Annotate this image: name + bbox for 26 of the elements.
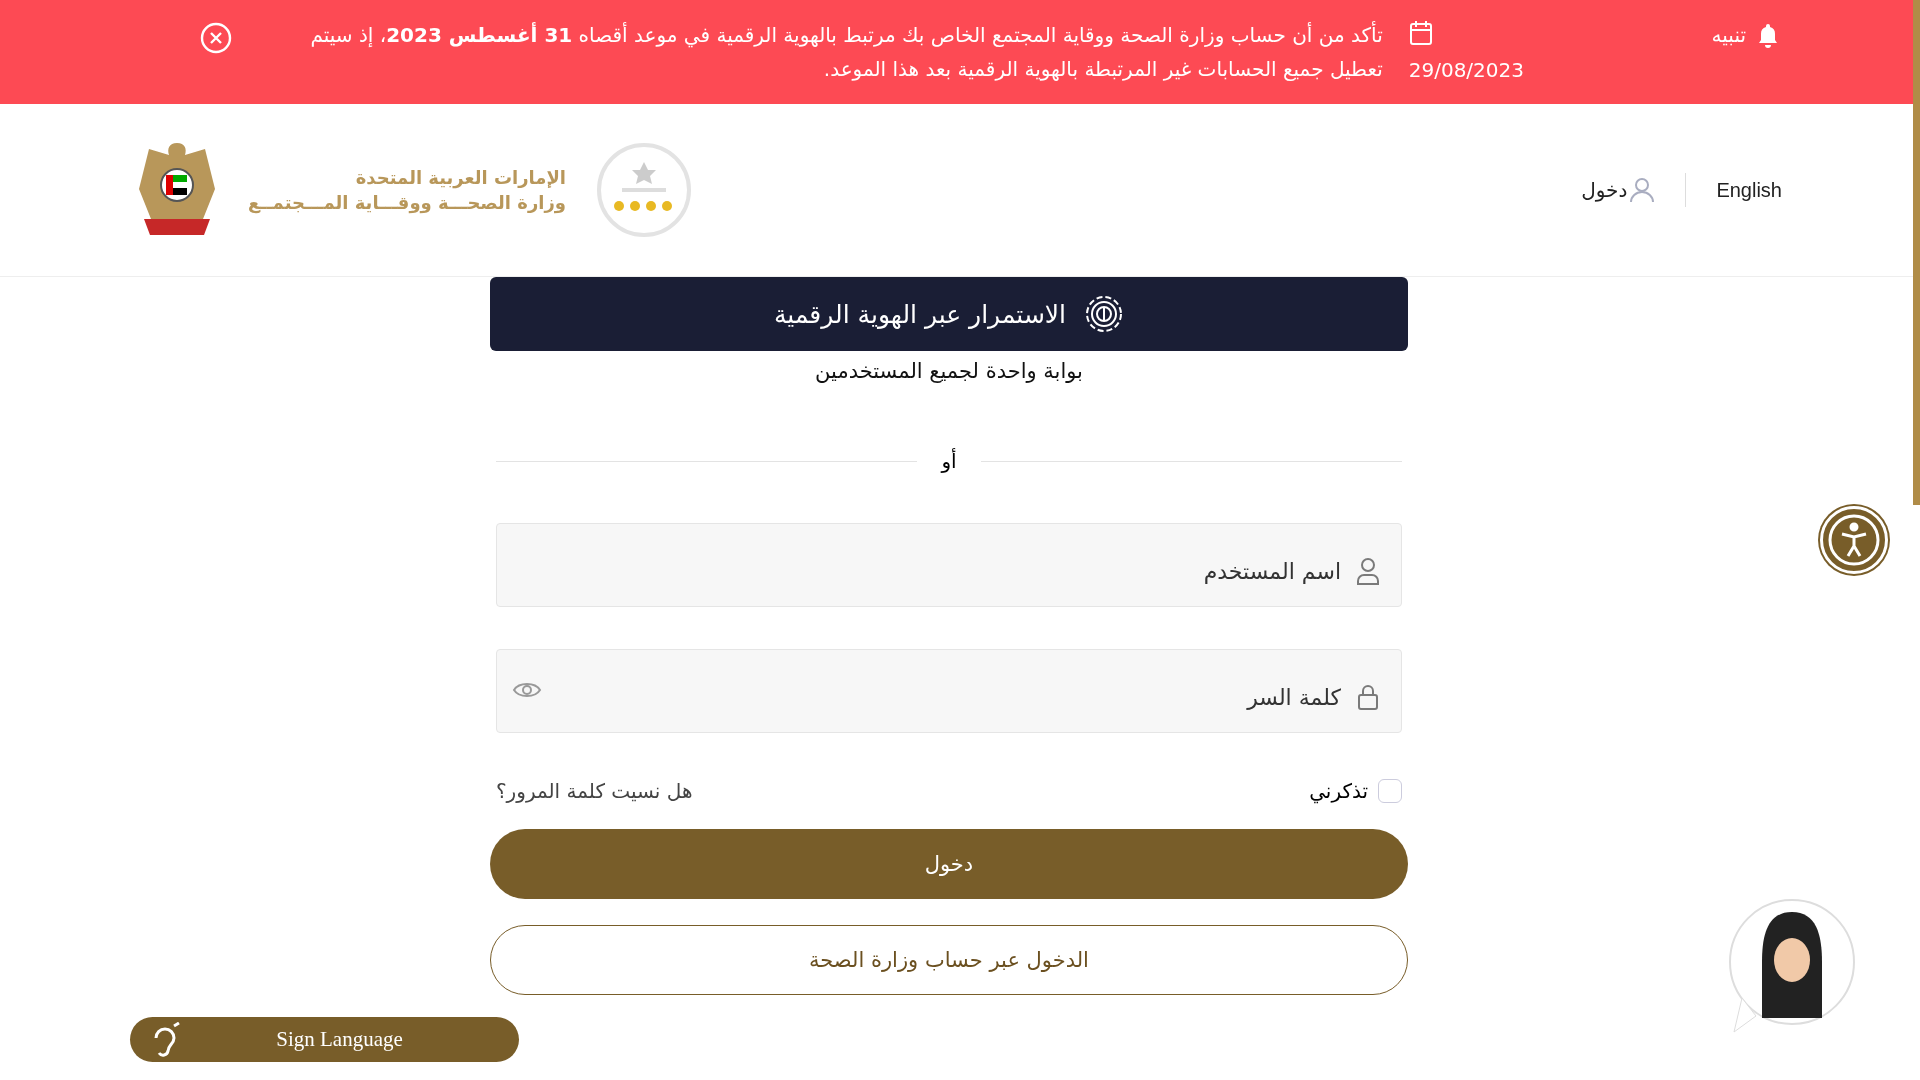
ministry-name: وزارة الصحـــة ووقـــاية المـــجتمــع: [248, 192, 566, 213]
remember-label: تذكرني: [1309, 779, 1368, 803]
alert-label: تنبيه: [1711, 23, 1746, 47]
user-icon: [1629, 177, 1656, 203]
login-link[interactable]: دخول: [1581, 177, 1656, 203]
star-rating-badge-icon: [596, 142, 692, 238]
remember-checkbox[interactable]: [1378, 779, 1402, 803]
or-divider: أو: [941, 449, 957, 473]
subtitle: بوابة واحدة لجميع المستخدمين: [814, 359, 1084, 383]
assistant-avatar-icon[interactable]: [1728, 898, 1858, 1034]
close-button[interactable]: [200, 22, 232, 54]
username-field[interactable]: اسم المستخدم: [496, 523, 1402, 607]
login-button[interactable]: دخول: [490, 829, 1408, 899]
ministry-name: الإمارات العربية المتحدة: [354, 167, 566, 188]
scrollbar[interactable]: [1913, 0, 1920, 505]
digital-id-button[interactable]: الاستمرار عبر الهوية الرقمية: [490, 277, 1408, 351]
bell-icon: [1756, 22, 1780, 48]
sign-language-button[interactable]: Sign Language: [130, 1017, 519, 1062]
forgot-password-link[interactable]: هل نسيت كلمة المرور؟: [496, 779, 693, 803]
alert-message: تأكد من أن حساب وزارة الصحة ووقاية المجتمع الخاص بك مرتبط بالهوية الرقمية في موعد أقصاه 31 أغسطس 2023، إذ سيتم تعطيل جميع الحسابات غير المرتبطة بالهوية الرقمية بعد هذا الموعد.: [309, 20, 1383, 83]
accessibility-button[interactable]: [1820, 506, 1888, 574]
password-field[interactable]: كلمة السر: [496, 649, 1402, 733]
ministry-login-button[interactable]: الدخول عبر حساب وزارة الصحة: [490, 925, 1408, 995]
language-link[interactable]: English: [1716, 178, 1782, 202]
calendar-icon: [1408, 20, 1433, 46]
alert-date: 29/08/2023: [1408, 58, 1524, 82]
